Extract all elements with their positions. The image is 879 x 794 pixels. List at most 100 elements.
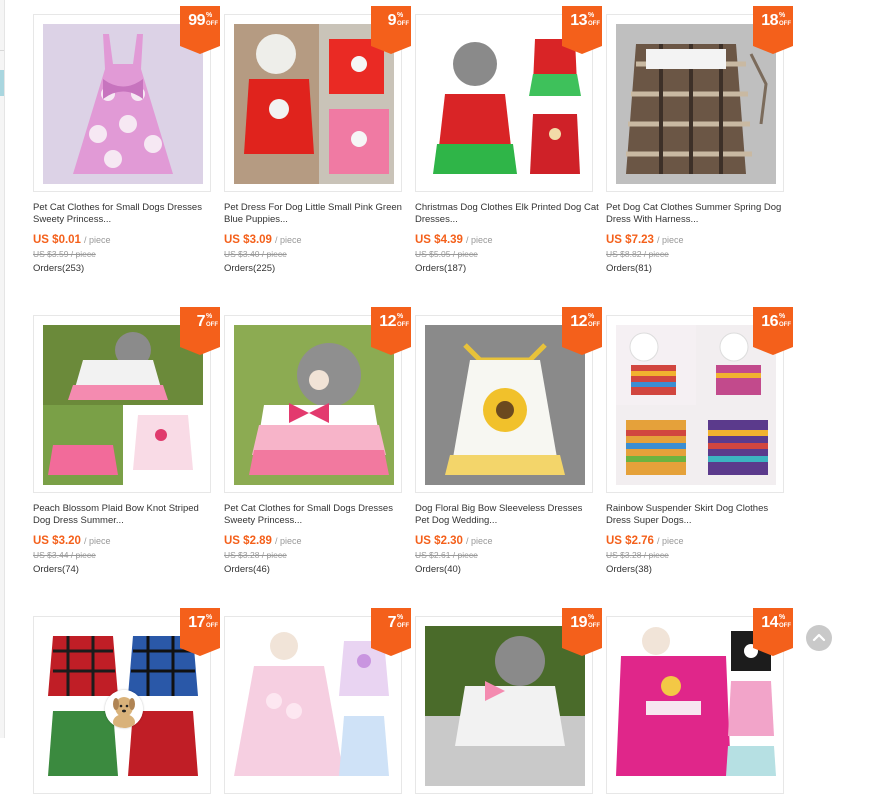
chevron-up-icon (812, 633, 826, 642)
dress-image (425, 626, 585, 786)
price-unit: / piece (657, 235, 684, 245)
dress-image (43, 24, 203, 184)
price: US $3.20 / piece (33, 535, 111, 547)
original-price: US $3.44 / piece (33, 550, 96, 560)
percent-sign: % (397, 313, 404, 320)
price: US $2.89 / piece (224, 535, 302, 547)
order-count: Orders(74) (33, 564, 79, 575)
price: US $4.39 / piece (415, 234, 493, 246)
discount-value: 99 (188, 12, 205, 29)
discount-value: 7 (387, 614, 397, 631)
product-title[interactable]: Pet Dress For Dog Little Small Pink Gree… (224, 202, 408, 226)
price-unit: / piece (466, 536, 493, 546)
dress-image (234, 24, 394, 184)
price-unit: / piece (275, 536, 302, 546)
percent-sign: % (588, 614, 595, 621)
price: US $2.76 / piece (606, 535, 684, 547)
off-label: OFF (779, 21, 791, 27)
percent-sign: % (588, 313, 595, 320)
product-card[interactable]: 16 % OFF Rainbow Suspender Skirt Dog Clo… (606, 307, 793, 577)
original-price: US $8.82 / piece (606, 249, 669, 259)
off-label: OFF (206, 623, 218, 629)
avatar-image (105, 690, 143, 728)
dress-image (616, 325, 776, 485)
product-card[interactable]: 12 % OFF Pet Cat Clothes for Small Dogs … (224, 307, 411, 577)
off-label: OFF (206, 322, 218, 328)
discount-value: 12 (379, 313, 396, 330)
price: US $0.01 / piece (33, 234, 111, 246)
off-label: OFF (588, 623, 600, 629)
order-count: Orders(187) (415, 263, 467, 274)
dress-image (234, 325, 394, 485)
discount-badge: 13 % OFF (562, 6, 602, 54)
discount-badge: 7 % OFF (180, 307, 220, 355)
product-card[interactable]: 18 % OFF Pet Dog Cat Clothes Summer Spri… (606, 6, 793, 276)
price-amount: US $0.01 (33, 234, 81, 246)
price-amount: US $7.23 (606, 234, 654, 246)
dress-image (616, 626, 776, 786)
order-count: Orders(46) (224, 564, 270, 575)
product-card[interactable]: 19 % OFF (415, 608, 602, 794)
off-label: OFF (779, 322, 791, 328)
discount-value: 13 (570, 12, 587, 29)
scroll-to-top-button[interactable] (806, 625, 832, 651)
dress-image (616, 24, 776, 184)
rail-divider (0, 50, 4, 51)
order-count: Orders(40) (415, 564, 461, 575)
price-amount: US $3.20 (33, 535, 81, 547)
product-title[interactable]: Pet Dog Cat Clothes Summer Spring Dog Dr… (606, 202, 790, 226)
product-title[interactable]: Pet Cat Clothes for Small Dogs Dresses S… (33, 202, 217, 226)
discount-value: 16 (761, 313, 778, 330)
dress-image (425, 325, 585, 485)
product-card[interactable]: 7 % OFF (224, 608, 411, 794)
discount-value: 19 (570, 614, 587, 631)
product-card[interactable]: 12 % OFF Dog Floral Big Bow Sleeveless D… (415, 307, 602, 577)
discount-badge: 14 % OFF (753, 608, 793, 656)
product-title[interactable]: Christmas Dog Clothes Elk Printed Dog Ca… (415, 202, 599, 226)
rail-tab[interactable] (0, 70, 4, 96)
product-card[interactable]: 14 % OFF (606, 608, 793, 794)
product-title[interactable]: Pet Cat Clothes for Small Dogs Dresses S… (224, 503, 408, 527)
product-card[interactable]: 9 % OFF Pet Dress For Dog Little Small P… (224, 6, 411, 276)
product-card[interactable]: 7 % OFF Peach Blossom Plaid Bow Knot Str… (33, 307, 220, 577)
discount-badge: 7 % OFF (371, 608, 411, 656)
discount-value: 9 (387, 12, 397, 29)
percent-sign: % (397, 614, 404, 621)
off-label: OFF (588, 21, 600, 27)
percent-sign: % (206, 313, 213, 320)
discount-badge: 12 % OFF (371, 307, 411, 355)
original-price: US $5.05 / piece (415, 249, 478, 259)
original-price: US $3.59 / piece (33, 249, 96, 259)
original-price: US $3.28 / piece (224, 550, 287, 560)
discount-value: 12 (570, 313, 587, 330)
discount-value: 7 (196, 313, 206, 330)
dress-image (234, 626, 394, 786)
price: US $7.23 / piece (606, 234, 684, 246)
discount-value: 17 (188, 614, 205, 631)
product-card[interactable]: 13 % OFF Christmas Dog Clothes Elk Print… (415, 6, 602, 276)
price: US $3.09 / piece (224, 234, 302, 246)
off-label: OFF (206, 21, 218, 27)
original-price: US $3.40 / piece (224, 249, 287, 259)
off-label: OFF (397, 322, 409, 328)
product-title[interactable]: Dog Floral Big Bow Sleeveless Dresses Pe… (415, 503, 599, 527)
price-amount: US $2.30 (415, 535, 463, 547)
order-count: Orders(225) (224, 263, 276, 274)
percent-sign: % (588, 12, 595, 19)
dress-image (425, 24, 585, 184)
product-title[interactable]: Peach Blossom Plaid Bow Knot Striped Dog… (33, 503, 217, 527)
price-unit: / piece (466, 235, 493, 245)
price-unit: / piece (84, 536, 111, 546)
price-unit: / piece (657, 536, 684, 546)
off-label: OFF (588, 322, 600, 328)
discount-badge: 18 % OFF (753, 6, 793, 54)
discount-value: 18 (761, 12, 778, 29)
product-title[interactable]: Rainbow Suspender Skirt Dog Clothes Dres… (606, 503, 790, 527)
price-unit: / piece (84, 235, 111, 245)
left-rail (0, 0, 5, 738)
dog-avatar-icon[interactable] (105, 690, 143, 728)
price-amount: US $2.89 (224, 535, 272, 547)
off-label: OFF (397, 21, 409, 27)
product-card[interactable]: 99 % OFF Pet Cat Clothes for Small Dogs … (33, 6, 220, 276)
price-amount: US $2.76 (606, 535, 654, 547)
